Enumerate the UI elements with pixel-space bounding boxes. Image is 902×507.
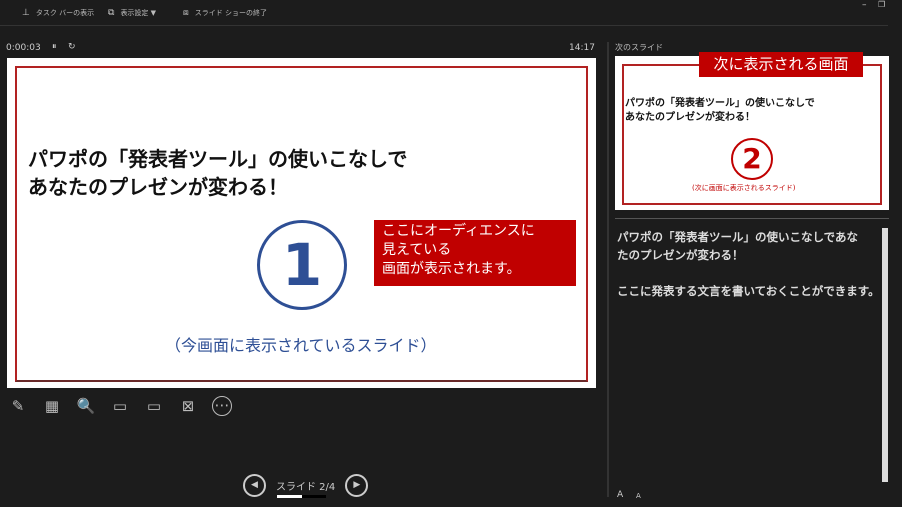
increase-font-button[interactable]: A [617,490,623,500]
slide-title: パワポの「発表者ツール」の使いこなしで あなたのプレゼンが変わる！ [28,147,408,199]
end-slideshow-label: スライド ショーの終了 [194,9,267,17]
next-slide-number-circle: 2 [731,138,773,180]
next-slide-title: パワポの「発表者ツール」の使いこなしで あなたのプレゼンが変わる！ [625,98,815,123]
next-slide-caption: (次に画面に表示されるスライド) [692,184,796,192]
tool-bar: ✎ ▦ 🔍 ▭ ▭ ⊠ ⋯ [8,396,232,416]
previous-slide-button[interactable]: ◀ [243,474,266,497]
pause-button[interactable]: ⏸ [52,42,57,52]
annotation-box: ここにオーディエンスに 見えている 画面が表示されます。 [374,220,576,286]
clock: 14:17 [569,43,595,53]
pane-splitter[interactable] [607,42,609,497]
decrease-font-button[interactable]: A [636,492,641,500]
end-slideshow-icon: ⧈ [183,8,189,18]
taskbar-label: タスク バーの表示 [35,9,95,17]
slide-caption: （今画面に表示されているスライド） [165,336,437,355]
reset-timer-button[interactable]: ↻ [68,42,76,52]
subtitles-icon[interactable]: ▭ [144,396,164,416]
black-screen-icon[interactable]: ▭ [110,396,130,416]
display-settings-label: 表示設定 ▼ [120,9,157,17]
next-slide-header: 次のスライド [615,43,663,52]
restore-button[interactable]: ❐ [878,0,885,9]
slide-number-circle: 1 [257,220,347,310]
next-slide-button[interactable]: ▶ [345,474,369,497]
elapsed-timer: 0:00:03 [6,43,41,53]
slide-navigation: ◀ スライド 2/4 ▶ [243,474,369,498]
end-slideshow-button[interactable]: ⧈ スライド ショーの終了 [183,8,267,18]
zoom-icon[interactable]: 🔍 [76,396,96,416]
minimize-button[interactable]: – [862,0,867,10]
see-all-slides-icon[interactable]: ▦ [42,396,62,416]
taskbar-icon: ⊥ [22,8,30,18]
slide-progress-bar [277,495,326,498]
more-options-icon[interactable]: ⋯ [212,396,232,416]
notes-scrollbar[interactable] [882,228,888,482]
speaker-notes[interactable]: パワポの「発表者ツール」の使いこなしであな たのプレゼンが変わる！ ここに発表する文… [617,228,882,300]
divider [0,25,888,26]
pen-icon[interactable]: ✎ [8,396,28,416]
display-settings-icon: ⧉ [108,8,115,18]
camera-off-icon[interactable]: ⊠ [178,396,198,416]
next-slide-tag: 次に表示される画面 [699,52,863,77]
display-settings-button[interactable]: ⧉ 表示設定 ▼ [108,8,156,18]
divider [615,218,889,219]
show-taskbar-button[interactable]: ⊥ タスク バーの表示 [22,8,94,18]
slide-counter: スライド 2/4 [276,482,336,493]
